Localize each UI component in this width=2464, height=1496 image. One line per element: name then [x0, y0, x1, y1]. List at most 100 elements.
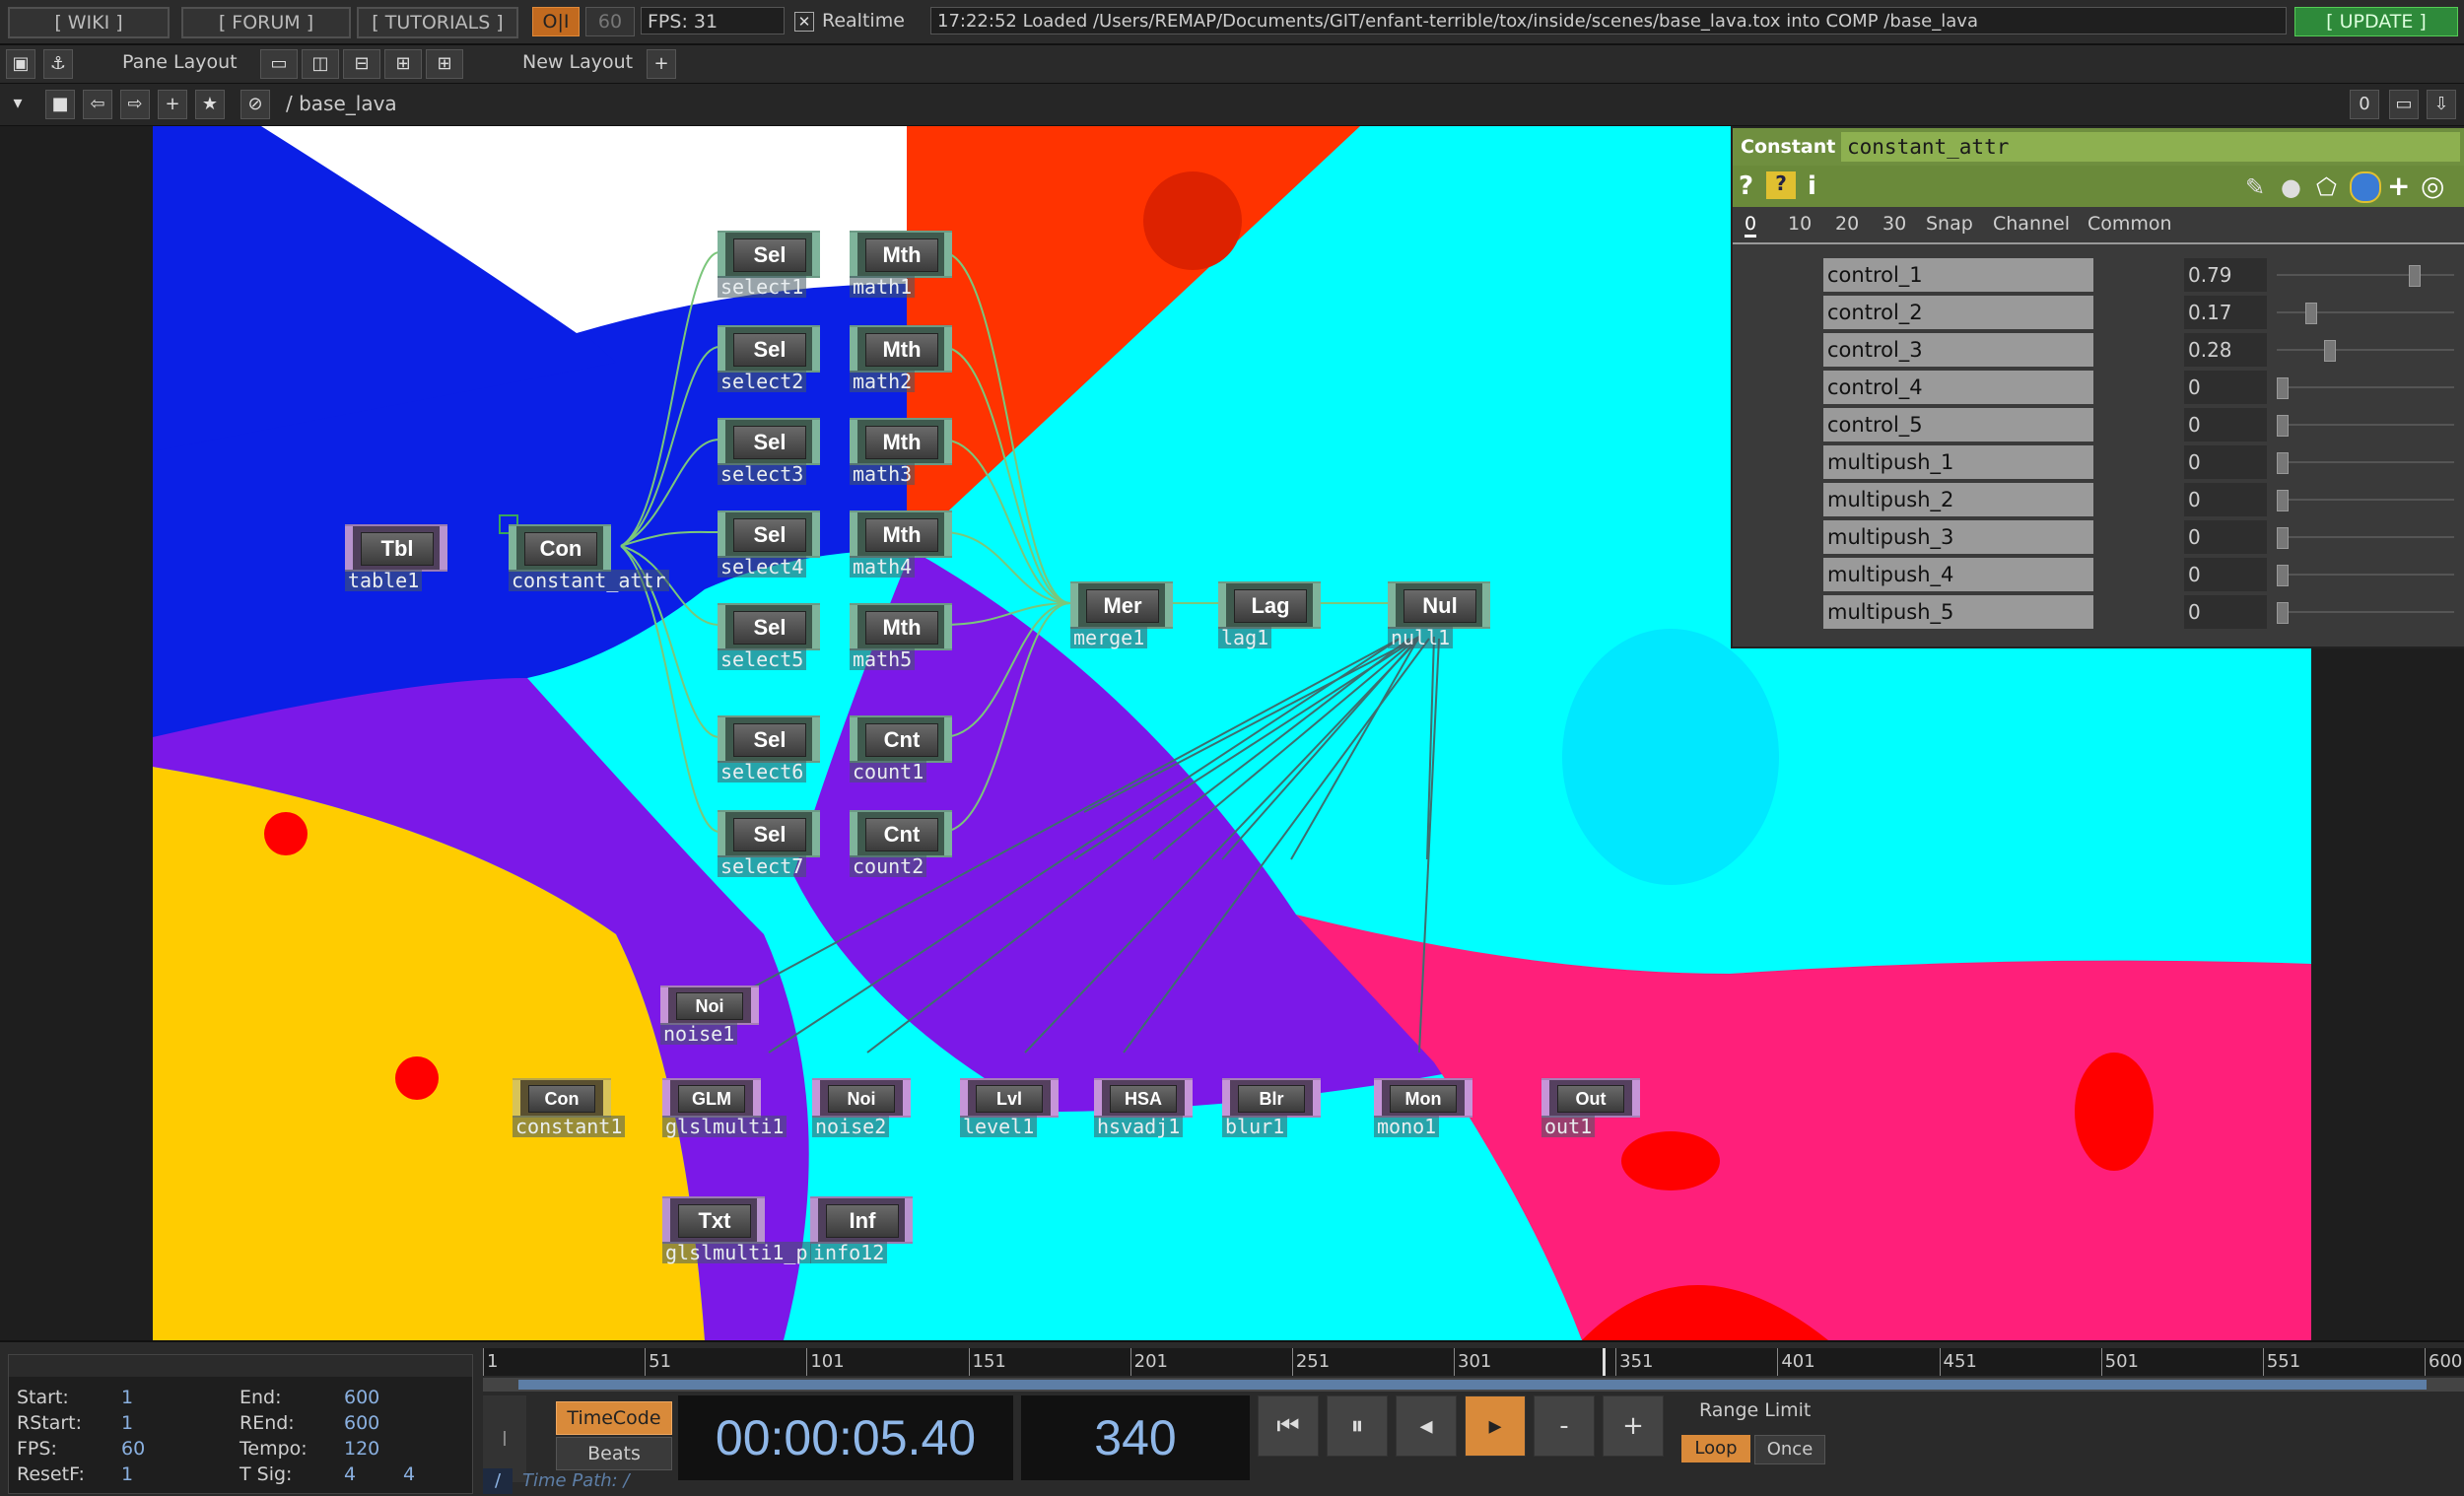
- maximize-icon[interactable]: ▭: [2389, 90, 2419, 119]
- tab-snap[interactable]: Snap: [1926, 213, 1973, 235]
- slider-handle[interactable]: [2277, 415, 2289, 437]
- python-help-icon[interactable]: ?: [1766, 171, 1796, 199]
- new-layout-label[interactable]: New Layout: [522, 51, 633, 73]
- playhead[interactable]: [1603, 1348, 1606, 1376]
- param-value-control_4[interactable]: 0: [2184, 371, 2267, 404]
- beats-toggle[interactable]: Beats: [556, 1437, 672, 1470]
- forum-button[interactable]: [ FORUM ]: [181, 7, 351, 38]
- wiki-button[interactable]: [ WIKI ]: [8, 7, 170, 38]
- tab-10[interactable]: 10: [1788, 213, 1812, 235]
- param-slider-multipush_4[interactable]: [2277, 565, 2454, 586]
- network-view-icon[interactable]: ▣: [6, 49, 35, 79]
- info-icon[interactable]: i: [1808, 171, 1816, 201]
- update-button[interactable]: [ UPDATE ]: [2294, 7, 2458, 36]
- tick-label: 301: [1454, 1348, 1491, 1376]
- rend-value[interactable]: 600: [344, 1412, 379, 1434]
- layout-four-icon[interactable]: ⊞: [426, 49, 463, 79]
- pencil-icon[interactable]: ✎: [2245, 173, 2265, 201]
- slider-handle[interactable]: [2277, 452, 2289, 474]
- param-value-control_3[interactable]: 0.28: [2184, 333, 2267, 367]
- param-value-multipush_1[interactable]: 0: [2184, 445, 2267, 479]
- chevron-down-icon[interactable]: ▾: [4, 90, 32, 117]
- end-value[interactable]: 600: [344, 1387, 379, 1408]
- perform-toggle[interactable]: O|I: [532, 7, 580, 36]
- timecode-display[interactable]: 00:00:05.40: [678, 1395, 1013, 1480]
- layout-three-icon[interactable]: ⊞: [384, 49, 422, 79]
- python-icon[interactable]: [2350, 171, 2381, 203]
- scroll-thumb[interactable]: [518, 1380, 2427, 1390]
- param-value-multipush_4[interactable]: 0: [2184, 558, 2267, 591]
- add-layout-button[interactable]: +: [647, 49, 676, 79]
- param-value-multipush_5[interactable]: 0: [2184, 595, 2267, 629]
- param-slider-multipush_3[interactable]: [2277, 527, 2454, 549]
- tab-common[interactable]: Common: [2088, 213, 2172, 235]
- fps-cap-field[interactable]: 60: [585, 7, 635, 36]
- once-toggle[interactable]: Once: [1754, 1435, 1825, 1464]
- edit-ext-icon[interactable]: ⬠: [2316, 173, 2337, 201]
- loop-toggle[interactable]: Loop: [1681, 1435, 1750, 1462]
- forward-arrow-icon[interactable]: ⇨: [120, 90, 150, 119]
- slider-handle[interactable]: [2277, 490, 2289, 511]
- timecode-toggle[interactable]: TimeCode: [556, 1401, 672, 1435]
- slider-handle[interactable]: [2304, 303, 2317, 324]
- tsig-b-value[interactable]: 4: [403, 1463, 415, 1485]
- param-value-control_1[interactable]: 0.79: [2184, 258, 2267, 292]
- param-slider-control_5[interactable]: [2277, 415, 2454, 437]
- comment-icon[interactable]: ●: [2281, 173, 2301, 201]
- param-slider-multipush_1[interactable]: [2277, 452, 2454, 474]
- start-value[interactable]: 1: [121, 1387, 133, 1408]
- tempo-value[interactable]: 120: [344, 1438, 379, 1460]
- param-value-multipush_2[interactable]: 0: [2184, 483, 2267, 516]
- tab-30[interactable]: 30: [1882, 213, 1906, 235]
- back-arrow-icon[interactable]: ⇦: [83, 90, 112, 119]
- fps-value[interactable]: 60: [121, 1438, 145, 1460]
- op-name-field[interactable]: constant_attr: [1841, 132, 2460, 162]
- play-reverse-icon[interactable]: ◂: [1396, 1395, 1457, 1457]
- tab-20[interactable]: 20: [1835, 213, 1859, 235]
- param-value-multipush_3[interactable]: 0: [2184, 520, 2267, 554]
- path-root-button[interactable]: /: [483, 1468, 513, 1494]
- slider-handle[interactable]: [2277, 602, 2289, 624]
- layout-split-h-icon[interactable]: ⊟: [343, 49, 380, 79]
- network-path[interactable]: / base_lava: [286, 92, 397, 115]
- slider-handle[interactable]: [2409, 265, 2422, 287]
- star-icon[interactable]: ★: [195, 90, 225, 119]
- rstart-value[interactable]: 1: [121, 1412, 133, 1434]
- step-back-icon[interactable]: -: [1534, 1395, 1595, 1457]
- add-icon[interactable]: +: [2387, 170, 2410, 202]
- go-to-start-icon[interactable]: ⏮: [1258, 1395, 1319, 1457]
- slider-handle[interactable]: [2323, 340, 2336, 362]
- tab-0[interactable]: 0: [1745, 213, 1757, 238]
- link-icon[interactable]: ⊘: [240, 90, 270, 119]
- resetf-value[interactable]: 1: [121, 1463, 133, 1485]
- param-slider-control_3[interactable]: [2277, 340, 2454, 362]
- param-slider-control_2[interactable]: [2277, 303, 2454, 324]
- tsig-a-value[interactable]: 4: [344, 1463, 356, 1485]
- step-forward-icon[interactable]: +: [1603, 1395, 1664, 1457]
- param-value-control_5[interactable]: 0: [2184, 408, 2267, 442]
- param-slider-control_1[interactable]: [2277, 265, 2454, 287]
- home-plus-icon[interactable]: +: [158, 90, 187, 119]
- target-icon[interactable]: ◎: [2421, 170, 2444, 202]
- stop-icon[interactable]: ■: [45, 90, 75, 119]
- frame-display[interactable]: 340: [1021, 1395, 1250, 1480]
- panel-view-icon[interactable]: ⚓: [43, 49, 73, 79]
- param-slider-control_4[interactable]: [2277, 377, 2454, 399]
- param-value-control_2[interactable]: 0.17: [2184, 296, 2267, 329]
- param-slider-multipush_2[interactable]: [2277, 490, 2454, 511]
- slider-handle[interactable]: [2277, 527, 2289, 549]
- import-icon[interactable]: ⇩: [2427, 90, 2456, 119]
- tab-channel[interactable]: Channel: [1993, 213, 2070, 235]
- layout-single-icon[interactable]: ▭: [260, 49, 298, 79]
- help-icon[interactable]: ?: [1739, 171, 1753, 201]
- slider-handle[interactable]: [2277, 377, 2289, 399]
- realtime-checkbox[interactable]: ✕: [794, 12, 814, 32]
- play-forward-icon[interactable]: ▸: [1465, 1395, 1526, 1457]
- slider-handle[interactable]: [2277, 565, 2289, 586]
- timeline-scrollbar[interactable]: [483, 1378, 2464, 1392]
- tutorials-button[interactable]: [ TUTORIALS ]: [357, 7, 518, 38]
- pause-icon[interactable]: ⏸: [1327, 1395, 1388, 1457]
- layout-split-v-icon[interactable]: ◫: [302, 49, 339, 79]
- param-slider-multipush_5[interactable]: [2277, 602, 2454, 624]
- timeline-ruler[interactable]: 1 51 101 151 201 251 301 351 401 451 501 551 600: [483, 1348, 2464, 1376]
